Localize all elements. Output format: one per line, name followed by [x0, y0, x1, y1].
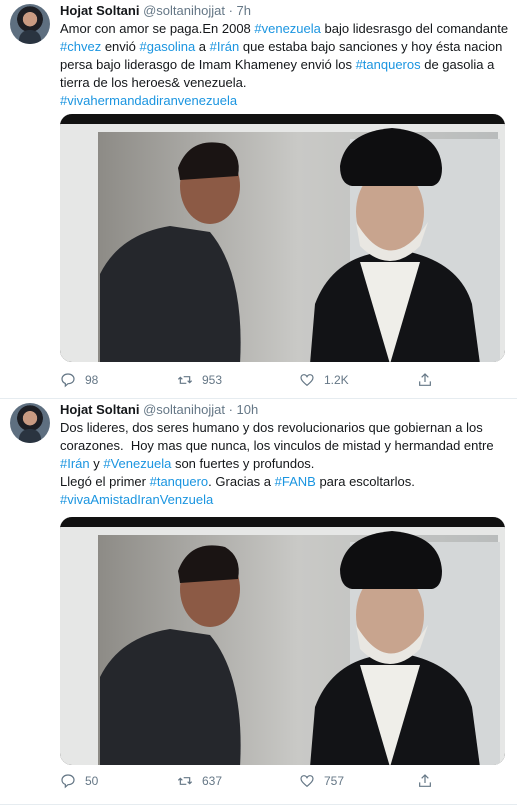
leaders-photo	[60, 114, 505, 362]
like-count: 757	[324, 774, 345, 788]
hashtag-link[interactable]: #tanquero	[150, 474, 209, 489]
timestamp[interactable]: 7h	[237, 3, 251, 18]
reply-button[interactable]: 98	[60, 372, 98, 388]
text-segment: tierra de los heroes& venezuela.	[60, 75, 247, 90]
leaders-photo	[60, 517, 505, 765]
tweet-actions: 50 637 757	[60, 773, 480, 793]
author-handle[interactable]: @soltanihojjat	[143, 402, 225, 417]
text-segment: corazones. Hoy mas que nunca, los vincul…	[60, 438, 494, 453]
text-segment: Llegó el primer	[60, 474, 150, 489]
share-button[interactable]	[417, 372, 442, 388]
text-segment: son fuertes y profundos.	[171, 456, 315, 471]
hashtag-link[interactable]: #vivaAmistadIranVenzuela	[60, 492, 213, 507]
text-segment: Dos lideres, dos seres humano y dos revo…	[60, 420, 483, 435]
hashtag-link[interactable]: #chvez	[60, 39, 101, 54]
tweet-text-line: Llegó el primer #tanquero. Gracias a #FA…	[60, 473, 505, 491]
text-segment: Amor con amor se paga.En 2008	[60, 21, 255, 36]
text-segment: a	[195, 39, 210, 54]
hashtag-link[interactable]: #FANB	[275, 474, 316, 489]
tweet-photo[interactable]	[60, 517, 505, 765]
tweet-photo[interactable]	[60, 114, 505, 362]
share-button[interactable]	[417, 773, 442, 789]
avatar[interactable]	[10, 4, 50, 44]
text-segment: para escoltarlos.	[315, 474, 415, 489]
hashtag-link[interactable]: #Venezuela	[103, 456, 171, 471]
text-segment: . Gracias a	[208, 474, 275, 489]
retweet-button[interactable]: 953	[177, 372, 222, 388]
retweet-icon	[177, 376, 193, 384]
tweet-header: Hojat Soltani @soltanihojjat · 10h	[60, 401, 505, 419]
share-icon	[419, 774, 431, 787]
tweet-text-line: persa bajo liderasgo de Imam Khameney en…	[60, 56, 505, 74]
text-segment: de gasolia a	[420, 57, 495, 72]
separator: ·	[228, 3, 233, 18]
retweet-count: 637	[202, 774, 223, 788]
tweet-actions: 98 953 1.2K	[60, 372, 480, 392]
retweet-icon	[177, 777, 193, 785]
retweet-button[interactable]: 637	[177, 773, 222, 789]
hashtag-link[interactable]: #tanqueros	[356, 57, 421, 72]
like-button[interactable]: 757	[299, 773, 344, 789]
tweet-text-line: corazones. Hoy mas que nunca, los vincul…	[60, 437, 505, 455]
reply-icon	[61, 373, 75, 388]
retweet-count: 953	[202, 373, 223, 387]
tweet-text-line: #vivahermandadiranvenezuela	[60, 92, 505, 110]
like-button[interactable]: 1.2K	[299, 372, 349, 388]
hashtag-link[interactable]: #vivahermandadiranvenezuela	[60, 93, 237, 108]
reply-count: 98	[85, 373, 99, 387]
author-name[interactable]: Hojat Soltani	[60, 3, 139, 18]
tweet-text-line: #vivaAmistadIranVenzuela	[60, 491, 505, 509]
tweet-text-line: Amor con amor se paga.En 2008 #venezuela…	[60, 20, 509, 38]
reply-button[interactable]: 50	[60, 773, 98, 789]
text-segment: que estaba bajo sanciones y hoy ésta nac…	[239, 39, 503, 54]
tweet[interactable]: Hojat Soltani @soltanihojjat · 10h Dos l…	[0, 399, 517, 805]
tweet[interactable]: Hojat Soltani @soltanihojjat · 7h Amor c…	[0, 0, 517, 399]
tweet-text: Amor con amor se paga.En 2008 #venezuela…	[60, 20, 509, 110]
heart-icon	[300, 775, 314, 788]
separator: ·	[228, 402, 233, 417]
hashtag-link[interactable]: #venezuela	[254, 21, 321, 36]
hashtag-link[interactable]: #Irán	[210, 39, 240, 54]
tweet-text-line: #chvez envió #gasolina a #Irán que estab…	[60, 38, 505, 56]
tweet-text-line: Dos lideres, dos seres humano y dos revo…	[60, 419, 505, 437]
author-handle[interactable]: @soltanihojjat	[143, 3, 225, 18]
avatar[interactable]	[10, 403, 50, 443]
timestamp[interactable]: 10h	[237, 402, 259, 417]
heart-icon	[300, 374, 314, 387]
text-segment: persa bajo liderasgo de Imam Khameney en…	[60, 57, 356, 72]
tweet-text: Dos lideres, dos seres humano y dos revo…	[60, 419, 505, 509]
like-count: 1.2K	[324, 373, 349, 387]
text-segment: y	[89, 456, 104, 471]
tweet-text-line: tierra de los heroes& venezuela.	[60, 74, 505, 92]
tweet-header: Hojat Soltani @soltanihojjat · 7h	[60, 2, 505, 20]
text-segment: envió	[101, 39, 140, 54]
text-segment: bajo lidesrasgo del comandante	[320, 21, 509, 36]
reply-count: 50	[85, 774, 99, 788]
hashtag-link[interactable]: #Irán	[60, 456, 90, 471]
hashtag-link[interactable]: #gasolina	[140, 39, 196, 54]
reply-icon	[61, 774, 75, 789]
tweet-text-line: #Irán y #Venezuela son fuertes y profund…	[60, 455, 505, 473]
author-name[interactable]: Hojat Soltani	[60, 402, 139, 417]
share-icon	[419, 373, 431, 386]
